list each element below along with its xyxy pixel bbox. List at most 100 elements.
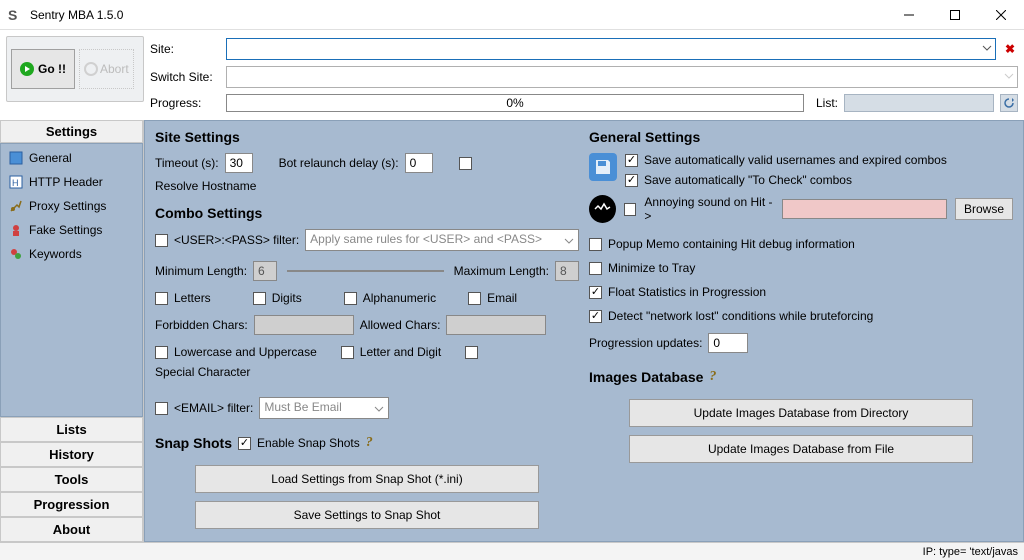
detect-network-label: Detect "network lost" conditions while b… [608, 309, 873, 323]
progress-bar: 0% [226, 94, 804, 112]
chevron-down-icon [564, 235, 574, 249]
load-snapshot-button[interactable]: Load Settings from Snap Shot (*.ini) [195, 465, 539, 493]
maximize-button[interactable] [932, 0, 978, 30]
minimize-button[interactable] [886, 0, 932, 30]
bot-relaunch-input[interactable] [405, 153, 433, 173]
images-db-title: Images Database [589, 369, 703, 385]
site-input[interactable] [226, 38, 996, 60]
update-db-file-button[interactable]: Update Images Database from File [629, 435, 973, 463]
sidebar-btn-history[interactable]: History [0, 442, 143, 467]
left-column: Site Settings Timeout (s): Bot relaunch … [155, 127, 579, 535]
sidebar-item-label: HTTP Header [29, 175, 103, 189]
switch-site-input[interactable] [226, 66, 1018, 88]
general-settings-title: General Settings [589, 129, 1013, 145]
letter-digit-checkbox[interactable] [341, 346, 354, 359]
minimize-tray-label: Minimize to Tray [608, 261, 695, 275]
lower-upper-label: Lowercase and Uppercase [174, 345, 317, 359]
sidebar-btn-tools[interactable]: Tools [0, 467, 143, 492]
max-length-label: Maximum Length: [454, 264, 549, 278]
alphanumeric-checkbox[interactable] [344, 292, 357, 305]
email-filter-select[interactable]: Must Be Email [259, 397, 389, 419]
go-abort-panel: Go !! Abort [6, 36, 144, 102]
special-char-checkbox[interactable] [465, 346, 478, 359]
sound-file-input[interactable] [782, 199, 947, 219]
resolve-hostname-checkbox[interactable] [459, 157, 472, 170]
clear-site-icon[interactable]: ✖ [1002, 42, 1018, 56]
email-filter-checkbox[interactable] [155, 402, 168, 415]
app-icon: S [8, 7, 24, 23]
update-db-dir-button[interactable]: Update Images Database from Directory [629, 399, 973, 427]
abort-label: Abort [100, 62, 129, 76]
play-icon [20, 62, 34, 76]
allowed-chars-label: Allowed Chars: [360, 318, 441, 332]
main: Settings General H HTTP Header Proxy Set… [0, 120, 1024, 542]
length-slider[interactable] [287, 270, 444, 272]
timeout-label: Timeout (s): [155, 156, 219, 170]
enable-snapshots-checkbox[interactable] [238, 437, 251, 450]
allowed-chars-input[interactable] [446, 315, 546, 335]
email-filter-label: <EMAIL> filter: [174, 401, 253, 415]
refresh-list-button[interactable] [1000, 94, 1018, 112]
alphanumeric-label: Alphanumeric [363, 291, 436, 305]
browse-sound-button[interactable]: Browse [955, 198, 1013, 220]
sound-hit-checkbox[interactable] [624, 203, 637, 216]
list-box[interactable] [844, 94, 994, 112]
sidebar-btn-progression[interactable]: Progression [0, 492, 143, 517]
save-tocheck-checkbox[interactable] [625, 174, 638, 187]
general-icon [9, 151, 23, 165]
sidebar-item-http-header[interactable]: H HTTP Header [1, 170, 142, 194]
float-stats-label: Float Statistics in Progression [608, 285, 766, 299]
sidebar-item-keywords[interactable]: Keywords [1, 242, 142, 266]
help-icon[interactable]: ? [709, 369, 716, 385]
timeout-input[interactable] [225, 153, 253, 173]
progress-text: 0% [506, 96, 523, 110]
switch-site-label: Switch Site: [150, 70, 220, 84]
save-snapshot-button[interactable]: Save Settings to Snap Shot [195, 501, 539, 529]
max-length-input[interactable] [555, 261, 579, 281]
close-button[interactable] [978, 0, 1024, 30]
save-tocheck-label: Save automatically "To Check" combos [644, 173, 852, 187]
sidebar-item-proxy-settings[interactable]: Proxy Settings [1, 194, 142, 218]
sidebar-item-fake-settings[interactable]: Fake Settings [1, 218, 142, 242]
progression-updates-input[interactable] [708, 333, 748, 353]
resolve-hostname-label: Resolve Hostname [155, 179, 256, 193]
keywords-icon [9, 247, 23, 261]
letter-digit-label: Letter and Digit [360, 345, 441, 359]
save-valid-checkbox[interactable] [625, 154, 638, 167]
sound-hit-label: Annoying sound on Hit -> [644, 195, 774, 223]
digits-checkbox[interactable] [253, 292, 266, 305]
lower-upper-checkbox[interactable] [155, 346, 168, 359]
userpass-filter-checkbox[interactable] [155, 234, 168, 247]
help-icon[interactable]: ? [366, 435, 373, 451]
go-button[interactable]: Go !! [11, 49, 75, 89]
float-stats-checkbox[interactable] [589, 286, 602, 299]
forbidden-chars-input[interactable] [254, 315, 354, 335]
site-settings-title: Site Settings [155, 129, 579, 145]
abort-button[interactable]: Abort [79, 49, 134, 89]
letters-label: Letters [174, 291, 211, 305]
userpass-filter-label: <USER>:<PASS> filter: [174, 233, 299, 247]
chevron-down-icon[interactable] [982, 42, 992, 56]
chevron-down-icon[interactable] [1004, 70, 1014, 84]
letters-checkbox[interactable] [155, 292, 168, 305]
sidebar-panel: General H HTTP Header Proxy Settings Fak… [0, 143, 143, 417]
email-checkbox[interactable] [468, 292, 481, 305]
popup-memo-checkbox[interactable] [589, 238, 602, 251]
userpass-filter-select[interactable]: Apply same rules for <USER> and <PASS> [305, 229, 579, 251]
sidebar-btn-about[interactable]: About [0, 517, 143, 542]
forbidden-chars-label: Forbidden Chars: [155, 318, 248, 332]
statusbar: IP: type= 'text/javas [0, 542, 1024, 560]
proxy-icon [9, 199, 23, 213]
sidebar-btn-lists[interactable]: Lists [0, 417, 143, 442]
refresh-icon [1003, 97, 1015, 109]
min-length-input[interactable] [253, 261, 277, 281]
save-icon [589, 153, 617, 181]
detect-network-checkbox[interactable] [589, 310, 602, 323]
digits-label: Digits [272, 291, 302, 305]
window-title: Sentry MBA 1.5.0 [30, 8, 123, 22]
right-column: General Settings Save automatically vali… [589, 127, 1013, 535]
minimize-tray-checkbox[interactable] [589, 262, 602, 275]
sidebar-header-settings[interactable]: Settings [0, 120, 143, 143]
svg-text:S: S [8, 7, 17, 23]
sidebar-item-general[interactable]: General [1, 146, 142, 170]
